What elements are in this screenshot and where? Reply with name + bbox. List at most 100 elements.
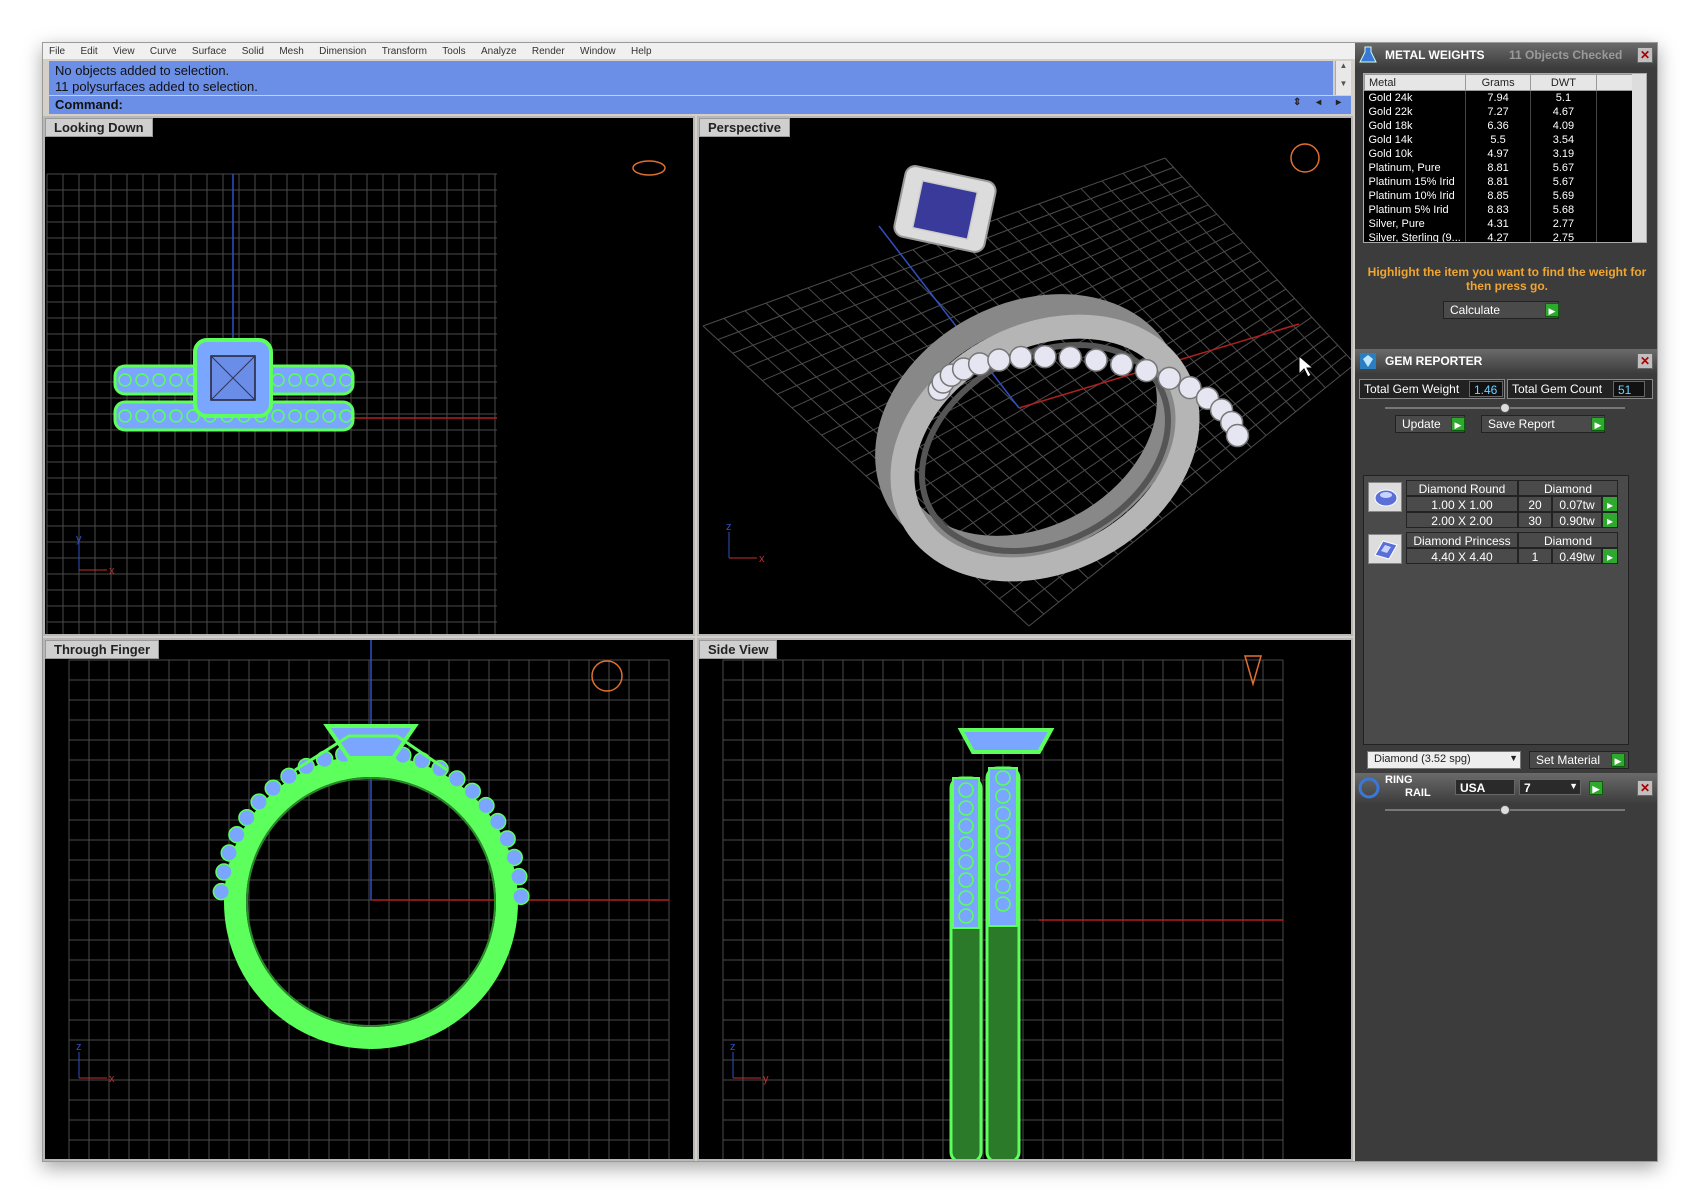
gem-reporter-title: GEM REPORTER: [1385, 354, 1483, 368]
empty-cell: [1596, 146, 1635, 161]
gem-count: 30: [1518, 512, 1552, 528]
metal-weight-row[interactable]: Gold 18k 6.36 4.09: [1364, 118, 1635, 133]
ring-standard-select[interactable]: USA: [1455, 779, 1515, 795]
viewport-title[interactable]: Perspective: [699, 118, 790, 137]
metal-weight-row[interactable]: Platinum 5% Irid 8.83 5.68: [1364, 202, 1635, 217]
through-finger-canvas[interactable]: xz: [45, 640, 695, 1161]
shank-stone: [212, 882, 231, 901]
update-go-icon[interactable]: ▶: [1451, 417, 1465, 431]
row-go-icon[interactable]: ▸: [1602, 548, 1618, 564]
ring-orientation-icon: [1290, 143, 1320, 173]
dwt-value: 3.54: [1530, 132, 1597, 147]
top-axis-triad-label-h: x: [109, 565, 115, 577]
metal-weight-row[interactable]: Platinum 10% Irid 8.85 5.69: [1364, 188, 1635, 203]
row-go-icon[interactable]: ▸: [1602, 512, 1618, 528]
metal-weight-row[interactable]: Silver, Pure 4.31 2.77: [1364, 216, 1635, 231]
row-go-icon[interactable]: ▸: [1602, 496, 1618, 512]
menu-solid[interactable]: Solid: [236, 47, 270, 57]
menu-render[interactable]: Render: [526, 47, 571, 57]
ring-size-select[interactable]: 7 ▼: [1519, 779, 1581, 795]
gem-shape: Diamond Round: [1406, 480, 1518, 496]
gem-slider-knob[interactable]: [1500, 403, 1510, 413]
command-history-line: 11 polysurfaces added to selection.: [55, 79, 258, 94]
column-header-metal[interactable]: Metal: [1364, 74, 1466, 91]
menu-edit[interactable]: Edit: [74, 47, 103, 57]
command-history-scrollbar[interactable]: ▲ ▼: [1335, 61, 1351, 95]
menu-analyze[interactable]: Analyze: [475, 47, 523, 57]
grams-value: 6.36: [1465, 118, 1532, 133]
side-axis-triad-label-v: z: [730, 1041, 736, 1053]
looking-down-canvas[interactable]: xy: [45, 118, 695, 636]
menu-help[interactable]: Help: [625, 47, 658, 57]
close-icon[interactable]: ✕: [1637, 353, 1653, 369]
viewport-title[interactable]: Through Finger: [45, 640, 160, 659]
empty-cell: [1596, 174, 1635, 189]
close-icon[interactable]: ✕: [1637, 780, 1653, 796]
material-select[interactable]: Diamond (3.52 spg) ▼: [1367, 751, 1521, 769]
command-input[interactable]: [129, 96, 1309, 112]
close-icon[interactable]: ✕: [1637, 47, 1653, 63]
viewport-looking-down[interactable]: Looking Down xy: [43, 116, 695, 636]
save-report-go-icon[interactable]: ▶: [1591, 417, 1605, 431]
menu-window[interactable]: Window: [574, 47, 622, 57]
gem-weight: 0.07tw: [1552, 496, 1602, 512]
metal-weight-row[interactable]: Gold 22k 7.27 4.67: [1364, 104, 1635, 119]
spin-icon[interactable]: ⇕: [1287, 97, 1307, 108]
menu-dimension[interactable]: Dimension: [313, 47, 372, 57]
menu-transform[interactable]: Transform: [376, 47, 433, 57]
menu-curve[interactable]: Curve: [144, 47, 183, 57]
metal-weights-table: Metal Grams DWT Gold 24k 7.94 5.1 Gold 22k 7…: [1363, 73, 1647, 243]
metal-weight-row[interactable]: Gold 10k 4.97 3.19: [1364, 146, 1635, 161]
diamond-stone: [1058, 345, 1082, 370]
column-header-dwt[interactable]: DWT: [1530, 74, 1597, 91]
ring-rail-slider-knob[interactable]: [1500, 805, 1510, 815]
metal-name: Platinum 15% Irid: [1364, 174, 1466, 189]
metal-weight-row[interactable]: Platinum, Pure 8.81 5.67: [1364, 160, 1635, 175]
gem-weight: 0.49tw: [1552, 548, 1602, 564]
metal-name: Platinum 10% Irid: [1364, 188, 1466, 203]
metal-weight-row[interactable]: Silver, Sterling (9... 4.27 2.75: [1364, 230, 1635, 242]
viewport-title[interactable]: Looking Down: [45, 118, 153, 137]
metal-weight-row[interactable]: Gold 14k 5.5 3.54: [1364, 132, 1635, 147]
menu-surface[interactable]: Surface: [186, 47, 232, 57]
metal-weights-scrollbar[interactable]: [1632, 74, 1646, 242]
calculate-select[interactable]: Calculate: [1443, 301, 1559, 319]
command-line: Command: ⇕ ◂ ▸: [49, 96, 1351, 114]
arrow-left-icon[interactable]: ◂: [1310, 97, 1327, 108]
calculate-go-icon[interactable]: ▶: [1545, 303, 1559, 317]
perspective-canvas[interactable]: xz: [699, 118, 1353, 636]
shank-stone: [264, 779, 282, 797]
objects-checked: 11 Objects Checked: [1509, 48, 1623, 62]
grams-value: 8.83: [1465, 202, 1532, 217]
viewport-perspective[interactable]: Perspective xz: [697, 116, 1353, 636]
menu-tools[interactable]: Tools: [436, 47, 471, 57]
viewport-side-view[interactable]: Side View yz: [697, 638, 1353, 1161]
gem-list: Diamond Round Diamond 1.00 X 1.00 20 0.0…: [1363, 475, 1629, 745]
diamond-stone: [1009, 345, 1033, 370]
column-header-grams[interactable]: Grams: [1464, 74, 1532, 91]
gem-icon: [1358, 351, 1378, 371]
persp-axis-triad-label-v: z: [726, 521, 732, 533]
band-engagement-stones: [988, 767, 1018, 927]
metal-weight-row[interactable]: Gold 24k 7.94 5.1: [1364, 90, 1635, 105]
metal-weight-row[interactable]: Platinum 15% Irid 8.81 5.67: [1364, 174, 1635, 189]
metal-name: Silver, Pure: [1364, 216, 1466, 231]
arrow-right-icon[interactable]: ▸: [1330, 97, 1347, 108]
total-gem-count-label: Total Gem Count: [1512, 382, 1603, 396]
viewport-through-finger[interactable]: Through Finger xz: [43, 638, 695, 1161]
menu-mesh[interactable]: Mesh: [273, 47, 309, 57]
side-view-canvas[interactable]: yz: [699, 640, 1353, 1161]
save-report-button[interactable]: Save Report: [1481, 415, 1605, 433]
menu-view[interactable]: View: [107, 47, 141, 57]
diamond-stone: [987, 348, 1011, 372]
shank-stone: [488, 812, 507, 831]
gem-size: 4.40 X 4.40: [1406, 548, 1518, 564]
set-material-go-icon[interactable]: ▶: [1611, 753, 1625, 767]
front-axis-triad-label-v: z: [76, 1041, 82, 1053]
ring-rail-go-icon[interactable]: ▶: [1589, 781, 1603, 795]
viewport-title[interactable]: Side View: [699, 640, 778, 659]
save-report-label: Save Report: [1488, 417, 1555, 431]
dwt-value: 2.77: [1530, 216, 1597, 231]
shank-stone: [280, 767, 298, 786]
menu-file[interactable]: File: [43, 47, 71, 57]
